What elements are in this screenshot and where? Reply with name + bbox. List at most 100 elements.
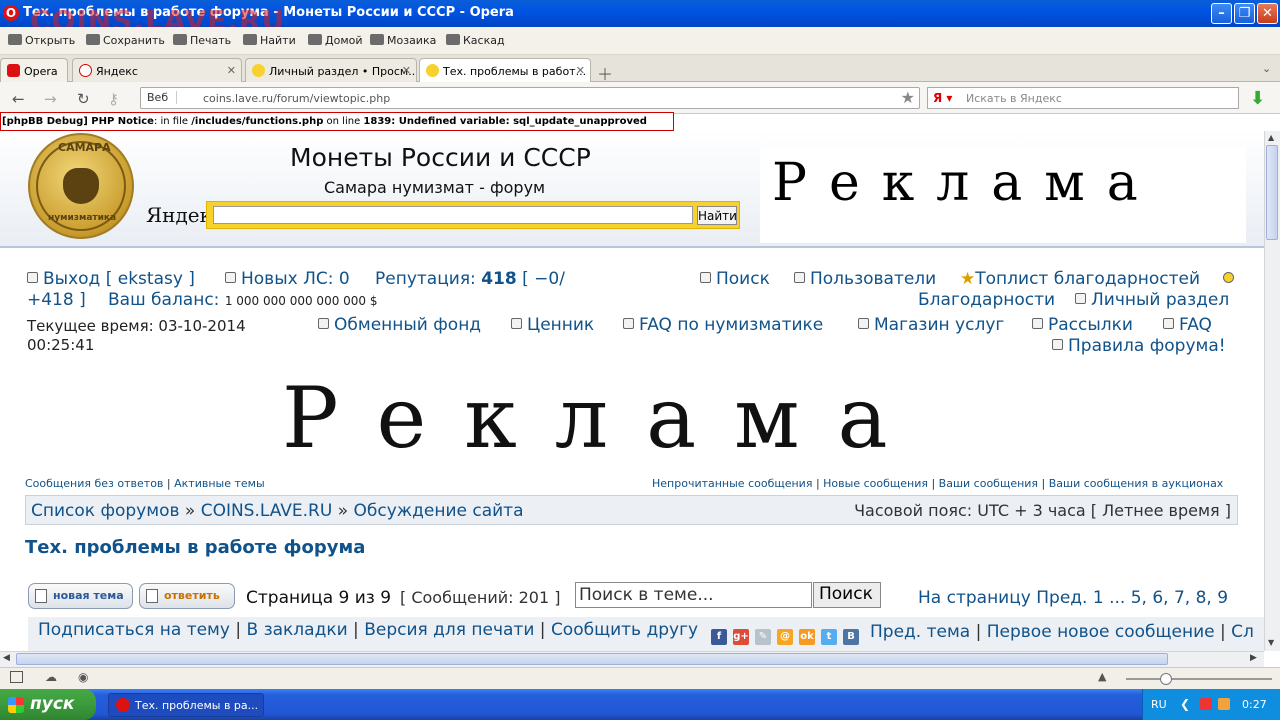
scroll-down-icon[interactable]: ▼: [1268, 638, 1274, 647]
google-plus-icon[interactable]: g+: [733, 629, 749, 645]
download-icon[interactable]: ⬇: [1250, 88, 1268, 109]
auction-posts-link[interactable]: Ваши сообщения в аукционах: [1049, 477, 1224, 490]
new-pm-link[interactable]: Новых ЛС: 0: [225, 269, 350, 289]
next-topic-link[interactable]: Сл: [1231, 622, 1254, 642]
livejournal-icon[interactable]: ✎: [755, 629, 771, 645]
tray-app-icon[interactable]: [1200, 698, 1212, 710]
vkontakte-icon[interactable]: B: [843, 629, 859, 645]
tray-app-icon[interactable]: [1218, 698, 1230, 710]
prev-topic-link[interactable]: Пред. тема: [870, 622, 970, 642]
close-tab-icon[interactable]: ✕: [227, 64, 236, 77]
breadcrumb: Список форумов » COINS.LAVE.RU » Обсужде…: [25, 495, 1238, 525]
reply-button[interactable]: ответить: [139, 583, 235, 609]
bookmark-link[interactable]: В закладки: [247, 620, 348, 640]
panel-toggle-icon[interactable]: [10, 671, 23, 683]
home-button[interactable]: Домой: [308, 34, 363, 47]
new-posts-link[interactable]: Новые сообщения: [823, 477, 928, 490]
close-button[interactable]: ✕: [1257, 3, 1278, 24]
tab-tech-problems[interactable]: Тех. проблемы в работ... ✕: [419, 58, 591, 82]
pricelist-link[interactable]: Ценник: [511, 315, 594, 335]
shop-link[interactable]: Магазин услуг: [858, 315, 1004, 335]
exchange-link[interactable]: Обменный фонд: [318, 315, 481, 335]
star-icon[interactable]: ★: [901, 88, 915, 107]
main-ad-banner[interactable]: Реклама: [282, 369, 926, 467]
logout-link[interactable]: Выход [ ekstasy ]: [27, 269, 195, 289]
cascade-button[interactable]: Каскад: [446, 34, 505, 47]
zoom-slider-thumb[interactable]: [1160, 673, 1172, 685]
vertical-scroll-thumb[interactable]: [1266, 145, 1278, 240]
php-debug-notice: [phpBB Debug] PHP Notice: in file /inclu…: [0, 112, 674, 131]
reload-icon[interactable]: ↻: [77, 90, 90, 108]
users-link[interactable]: Пользователи: [794, 269, 936, 289]
toplist-link[interactable]: ★Топлист благодарностей: [960, 269, 1200, 289]
subscribe-link[interactable]: Подписаться на тему: [38, 620, 230, 640]
view-icon[interactable]: ▲: [1098, 670, 1106, 683]
help-icon: [623, 318, 634, 329]
back-arrow-icon[interactable]: ←: [12, 90, 25, 108]
search-link[interactable]: Поиск: [700, 269, 770, 289]
mailru-icon[interactable]: @: [777, 629, 793, 645]
odnoklassniki-icon[interactable]: ok: [799, 629, 815, 645]
tile-button[interactable]: Мозаика: [370, 34, 436, 47]
new-topic-button[interactable]: новая тема: [28, 583, 133, 609]
taskbar-item-opera[interactable]: Тех. проблемы в ра...: [108, 693, 264, 717]
reputation-link[interactable]: Репутация: 418 [ −0/: [375, 269, 565, 289]
your-posts-link[interactable]: Ваши сообщения: [939, 477, 1038, 490]
mailing-link[interactable]: Рассылки: [1032, 315, 1133, 335]
scroll-up-icon[interactable]: ▲: [1268, 133, 1274, 142]
page-links[interactable]: 1 ... 5, 6, 7, 8, 9: [1093, 588, 1228, 608]
scroll-right-icon[interactable]: ▶: [1250, 653, 1257, 663]
tell-friend-link[interactable]: Сообщить другу: [551, 620, 698, 640]
site-logo[interactable]: САМАРА нумизматика: [28, 133, 134, 239]
close-tab-icon[interactable]: ✕: [576, 64, 585, 77]
restore-button[interactable]: ❐: [1234, 3, 1255, 24]
opera-menu-button[interactable]: Opera: [0, 58, 68, 82]
yandex-search-input[interactable]: [213, 206, 693, 224]
cloud-icon[interactable]: ☁: [45, 670, 57, 684]
tab-menu-chevron-icon[interactable]: ⌄: [1262, 62, 1271, 75]
start-button[interactable]: пуск: [0, 689, 96, 720]
tab-personal[interactable]: Личный раздел • Просм... ✕: [245, 58, 417, 82]
topic-search-button[interactable]: Поиск: [813, 582, 881, 608]
rules-link[interactable]: Правила форума!: [1052, 336, 1226, 356]
smiley-icon[interactable]: [1223, 269, 1239, 289]
speed-dial-icon[interactable]: ◉: [78, 670, 88, 684]
url-field[interactable]: Веб coins.lave.ru/forum/viewtopic.php ★: [140, 87, 920, 109]
twitter-icon[interactable]: t: [821, 629, 837, 645]
yandex-search-button[interactable]: Найти: [697, 206, 737, 225]
language-indicator[interactable]: RU: [1151, 698, 1167, 711]
tray-chevron-icon[interactable]: ❮: [1180, 697, 1190, 711]
info-icon: [1052, 339, 1063, 350]
save-button[interactable]: Сохранить: [86, 34, 165, 47]
header-ad-banner[interactable]: Реклама: [760, 147, 1246, 243]
forward-arrow-icon[interactable]: →: [44, 90, 57, 108]
zoom-slider[interactable]: [1126, 678, 1272, 680]
mailing-icon: [1032, 318, 1043, 329]
reputation-line2[interactable]: +418 ]: [27, 290, 86, 310]
unanswered-link[interactable]: Сообщения без ответов: [25, 477, 163, 490]
tab-yandex[interactable]: Яндекс ✕: [72, 58, 242, 82]
yandex-search-field[interactable]: Я ▾ Искать в Яндекс: [927, 87, 1239, 109]
close-tab-icon[interactable]: ✕: [402, 64, 411, 77]
print-button[interactable]: Печать: [173, 34, 231, 47]
breadcrumb-site[interactable]: COINS.LAVE.RU: [201, 501, 333, 521]
unread-link[interactable]: Непрочитанные сообщения: [652, 477, 812, 490]
print-version-link[interactable]: Версия для печати: [364, 620, 534, 640]
facebook-icon[interactable]: f: [711, 629, 727, 645]
breadcrumb-discussion[interactable]: Обсуждение сайта: [354, 501, 524, 521]
open-button[interactable]: Открыть: [8, 34, 75, 47]
horizontal-scroll-thumb[interactable]: [16, 653, 1168, 665]
thanks-link[interactable]: Благодарности: [918, 290, 1055, 310]
minimize-button[interactable]: –: [1211, 3, 1232, 24]
breadcrumb-forums[interactable]: Список форумов: [31, 501, 179, 521]
key-icon[interactable]: ⚷: [108, 90, 119, 108]
topic-search-input[interactable]: Поиск в теме...: [575, 582, 812, 608]
topic-title[interactable]: Тех. проблемы в работе форума: [25, 537, 365, 558]
first-new-post-link[interactable]: Первое новое сообщение: [987, 622, 1215, 642]
scroll-left-icon[interactable]: ◀: [3, 653, 10, 663]
find-button[interactable]: Найти: [243, 34, 296, 47]
personal-section-link[interactable]: Личный раздел: [1075, 290, 1229, 310]
faq-numismatics-link[interactable]: FAQ по нумизматике: [623, 315, 823, 335]
active-topics-link[interactable]: Активные темы: [174, 477, 265, 490]
faq-link[interactable]: FAQ: [1163, 315, 1212, 335]
